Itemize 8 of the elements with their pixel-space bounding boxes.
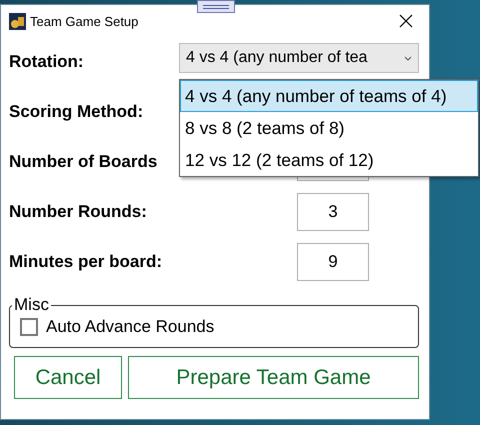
field-label: Number Rounds: xyxy=(9,202,147,222)
group-title: Misc xyxy=(13,295,50,315)
field-label: Scoring Method: xyxy=(9,102,144,122)
window-title: Team Game Setup xyxy=(30,14,140,28)
field-label: Rotation: xyxy=(9,52,84,72)
field-label: Number of Boards xyxy=(9,152,158,172)
field-label: Minutes per board: xyxy=(9,252,162,272)
checkbox-label: Auto Advance Rounds xyxy=(46,317,214,337)
